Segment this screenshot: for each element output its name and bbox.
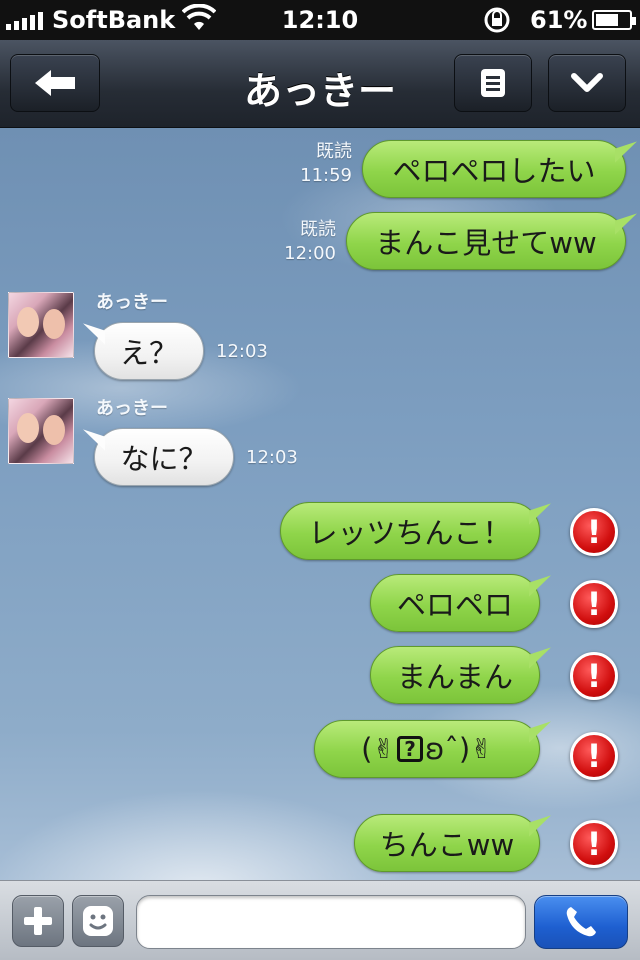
message-input[interactable]: [136, 895, 526, 949]
read-receipt: 既読: [300, 219, 336, 240]
menu-button[interactable]: [454, 54, 532, 112]
message-bubble-sent[interactable]: ( ✌ ? ʚ ˆ ) ✌: [314, 720, 540, 778]
question-box-icon: ?: [397, 736, 424, 762]
more-options-button[interactable]: [548, 54, 626, 112]
send-failed-icon[interactable]: !: [570, 580, 618, 628]
status-bar: SoftBank 12:10 61%: [0, 0, 640, 40]
peace-sign-icon: ✌: [372, 733, 396, 765]
send-failed-icon[interactable]: !: [570, 820, 618, 868]
sender-name: あっきー: [96, 398, 168, 419]
message-time: 11:59: [300, 165, 352, 186]
list-icon: [481, 69, 505, 97]
phone-icon: [566, 907, 596, 937]
message-bubble-received[interactable]: え？: [94, 322, 204, 380]
battery-percent: 61%: [530, 6, 588, 34]
message-meta: 既読 12:00: [260, 218, 336, 266]
rotation-lock-icon: [484, 7, 510, 33]
avatar[interactable]: [8, 292, 74, 358]
emoticon-eye: ˆ: [444, 732, 459, 766]
message-bubble-sent[interactable]: ペロペロ: [370, 574, 540, 632]
nav-bar: あっきー: [0, 40, 640, 128]
input-bar: [0, 880, 640, 960]
message-bubble-sent[interactable]: ペロペロしたい: [362, 140, 626, 198]
message-time: 12:00: [284, 243, 336, 264]
call-button[interactable]: [534, 895, 628, 949]
message-bubble-sent[interactable]: まんこ見せてww: [346, 212, 626, 270]
chevron-down-icon: [571, 73, 603, 92]
emoticon-icon: [83, 906, 113, 936]
send-failed-icon[interactable]: !: [570, 508, 618, 556]
message-bubble-sent[interactable]: まんまん: [370, 646, 540, 704]
message-bubble-received[interactable]: なに？: [94, 428, 234, 486]
plus-icon: [24, 907, 52, 935]
message-time: 12:03: [216, 341, 268, 362]
emoticon-paren-close: ): [458, 732, 471, 766]
avatar[interactable]: [8, 398, 74, 464]
emoticon-face: ʚ: [425, 732, 445, 766]
message-bubble-sent[interactable]: ちんこww: [354, 814, 540, 872]
emoticon-paren-open: (: [361, 732, 373, 766]
message-time: 12:03: [246, 447, 298, 468]
message-meta: 既読 11:59: [276, 140, 352, 188]
emoticon-button[interactable]: [72, 895, 124, 947]
sender-name: あっきー: [96, 292, 168, 313]
battery-icon: [592, 10, 636, 30]
add-button[interactable]: [12, 895, 64, 947]
message-bubble-sent[interactable]: レッツちんこ！: [280, 502, 540, 560]
chat-area[interactable]: 既読 11:59 ペロペロしたい 既読 12:00 まんこ見せてww あっきー …: [0, 128, 640, 880]
read-receipt: 既読: [316, 141, 352, 162]
chat-title: あっきー: [243, 69, 396, 113]
send-failed-icon[interactable]: !: [570, 652, 618, 700]
send-failed-icon[interactable]: !: [570, 732, 618, 780]
peace-sign-icon: ✌: [470, 733, 493, 765]
